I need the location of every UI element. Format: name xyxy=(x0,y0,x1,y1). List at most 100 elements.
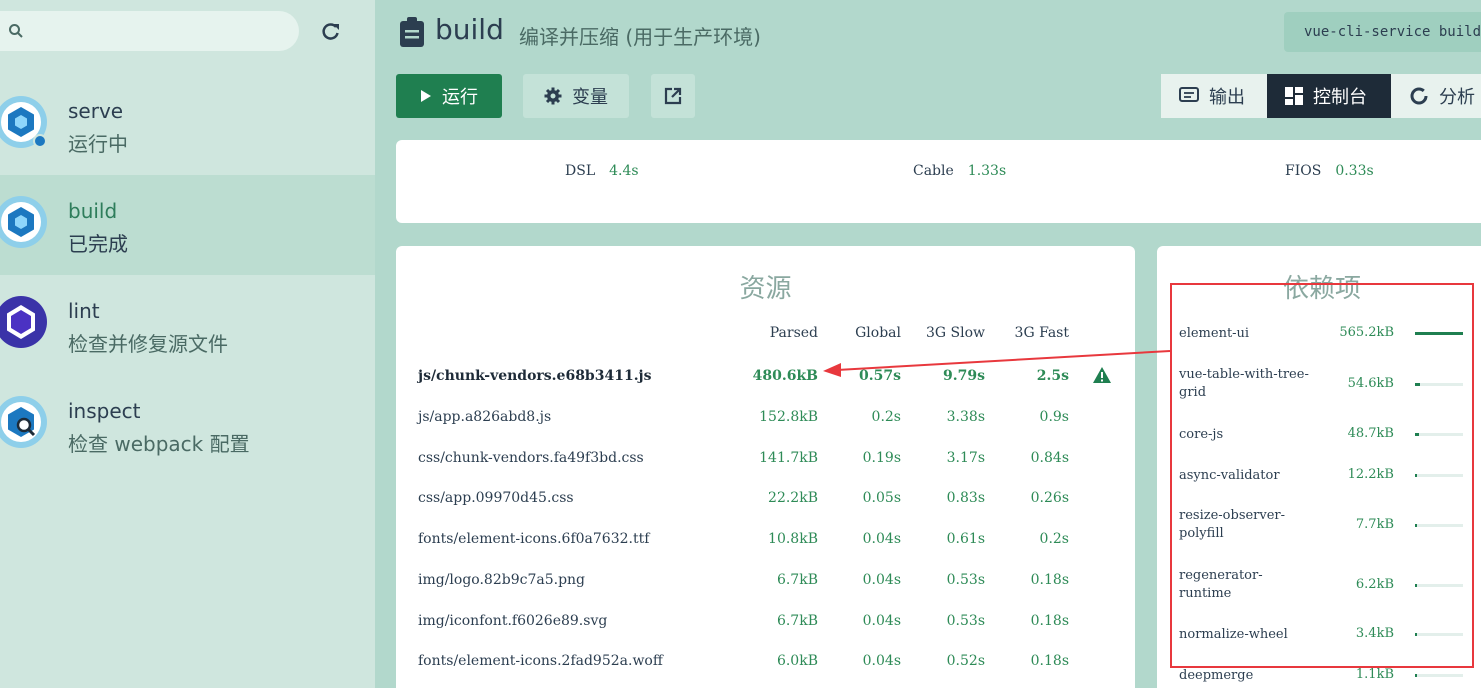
col-header-parsed: Parsed xyxy=(769,325,818,341)
tab-dashboard-label: 控制台 xyxy=(1313,87,1367,108)
task-title: build xyxy=(435,13,504,46)
asset-3g-slow: 9.79s xyxy=(943,368,985,384)
speed-value: 4.4s xyxy=(609,163,639,179)
tab-output-label: 输出 xyxy=(1209,87,1245,108)
asset-parsed: 22.2kB xyxy=(768,490,818,506)
tab-analyzer-label: 分析 xyxy=(1439,87,1475,108)
run-label: 运行 xyxy=(442,87,478,108)
search-box[interactable] xyxy=(0,11,299,51)
asset-3g-fast: 0.2s xyxy=(1039,531,1069,547)
annotation-highlight-box xyxy=(1170,283,1474,668)
asset-name: fonts/element-icons.2fad952a.woff xyxy=(418,653,663,669)
task-item-lint[interactable]: lint 检查并修复源文件 xyxy=(0,275,375,375)
task-name: inspect xyxy=(68,399,141,423)
asset-global: 0.04s xyxy=(862,572,901,588)
asset-parsed: 6.0kB xyxy=(776,653,818,669)
asset-3g-slow: 3.17s xyxy=(946,450,985,466)
asset-parsed: 480.6kB xyxy=(752,368,818,384)
task-item-build[interactable]: build 已完成 xyxy=(0,175,375,275)
gear-icon xyxy=(544,87,562,105)
play-icon xyxy=(421,90,431,102)
asset-global: 0.04s xyxy=(862,653,901,669)
asset-global: 0.04s xyxy=(862,613,901,629)
speed-value: 1.33s xyxy=(967,163,1007,179)
asset-3g-slow: 0.53s xyxy=(946,613,985,629)
asset-row: img/iconfont.f6026e89.svg 6.7kB 0.04s 0.… xyxy=(396,613,1135,653)
speed-stat-fios: FIOS 0.33s xyxy=(1285,163,1374,179)
task-detail: build 编译并压缩 (用于生产环境) vue-cli-service bui… xyxy=(375,0,1481,688)
asset-row: img/logo.82b9c7a5.png 6.7kB 0.04s 0.53s … xyxy=(396,572,1135,612)
dependency-bar-fill xyxy=(1415,674,1417,677)
eslint-icon xyxy=(0,296,47,348)
asset-parsed: 6.7kB xyxy=(776,572,818,588)
asset-row: css/chunk-vendors.fa49f3bd.css 141.7kB 0… xyxy=(396,450,1135,490)
asset-parsed: 152.8kB xyxy=(759,409,818,425)
task-status: 已完成 xyxy=(68,232,128,256)
asset-global: 0.04s xyxy=(862,531,901,547)
open-in-new-icon xyxy=(664,87,682,105)
task-item-serve[interactable]: serve 运行中 xyxy=(0,75,375,175)
task-name: build xyxy=(68,199,118,223)
tab-analyzer[interactable]: 分析 xyxy=(1391,74,1481,118)
asset-name: img/iconfont.f6026e89.svg xyxy=(418,613,608,629)
asset-3g-fast: 0.84s xyxy=(1030,450,1069,466)
refresh-icon[interactable] xyxy=(320,20,342,42)
asset-3g-fast: 0.9s xyxy=(1039,409,1069,425)
tab-dashboard[interactable]: 控制台 xyxy=(1267,74,1391,118)
asset-global: 0.05s xyxy=(862,490,901,506)
asset-name: js/app.a826abd8.js xyxy=(418,409,552,425)
assets-card: 资源 Parsed Global 3G Slow 3G Fast js/chun… xyxy=(396,246,1135,688)
donut-chart-icon xyxy=(1410,87,1428,105)
asset-name: css/chunk-vendors.fa49f3bd.css xyxy=(418,450,644,466)
asset-3g-fast: 0.18s xyxy=(1030,572,1069,588)
asset-global: 0.57s xyxy=(859,368,901,384)
speed-label: Cable xyxy=(913,163,954,179)
asset-global: 0.2s xyxy=(871,409,901,425)
task-name: serve xyxy=(68,99,124,123)
asset-3g-fast: 2.5s xyxy=(1036,368,1069,384)
dashboard-icon xyxy=(1285,87,1303,105)
task-name: lint xyxy=(68,299,100,323)
task-command[interactable]: vue-cli-service build xyxy=(1284,12,1481,52)
asset-global: 0.19s xyxy=(862,450,901,466)
task-sidebar: serve 运行中 build 已完成 lint 检查并修复源文件 inspec… xyxy=(0,0,375,688)
asset-name: img/logo.82b9c7a5.png xyxy=(418,572,586,588)
asset-parsed: 10.8kB xyxy=(768,531,818,547)
col-header-global: Global xyxy=(855,325,901,341)
warning-icon xyxy=(1093,367,1111,383)
col-header-3g-slow: 3G Slow xyxy=(925,325,985,341)
speed-label: FIOS xyxy=(1285,163,1322,179)
task-status: 运行中 xyxy=(68,132,128,156)
asset-3g-slow: 0.83s xyxy=(946,490,985,506)
col-header-3g-fast: 3G Fast xyxy=(1014,325,1069,341)
asset-row: css/app.09970d45.css 22.2kB 0.05s 0.83s … xyxy=(396,490,1135,530)
task-description: 编译并压缩 (用于生产环境) xyxy=(519,25,761,49)
speed-label: DSL xyxy=(565,163,596,179)
open-external-button[interactable] xyxy=(651,74,695,118)
asset-3g-slow: 0.53s xyxy=(946,572,985,588)
asset-row: js/chunk-vendors.e68b3411.js 480.6kB 0.5… xyxy=(396,367,1135,408)
asset-3g-fast: 0.26s xyxy=(1030,490,1069,506)
dependency-name: deepmerge xyxy=(1179,668,1254,683)
variables-button[interactable]: 变量 xyxy=(523,74,629,118)
task-status: 检查并修复源文件 xyxy=(68,332,228,356)
clipboard-icon xyxy=(400,17,424,47)
asset-parsed: 6.7kB xyxy=(776,613,818,629)
task-item-inspect[interactable]: inspect 检查 webpack 配置 xyxy=(0,375,375,475)
search-input[interactable] xyxy=(32,22,299,40)
asset-name: fonts/element-icons.6f0a7632.ttf xyxy=(418,531,650,547)
assets-title: 资源 xyxy=(739,274,792,304)
search-icon xyxy=(9,24,23,38)
speed-value: 0.33s xyxy=(1335,163,1374,179)
asset-3g-fast: 0.18s xyxy=(1030,653,1069,669)
asset-3g-slow: 3.38s xyxy=(946,409,985,425)
asset-3g-slow: 0.61s xyxy=(946,531,985,547)
speed-stat-dsl: DSL 4.4s xyxy=(565,163,639,179)
run-button[interactable]: 运行 xyxy=(396,74,502,118)
variables-label: 变量 xyxy=(572,87,608,108)
tab-output[interactable]: 输出 xyxy=(1161,74,1267,118)
asset-3g-slow: 0.52s xyxy=(946,653,985,669)
asset-row: fonts/element-icons.2fad952a.woff 6.0kB … xyxy=(396,653,1135,688)
webpack-icon xyxy=(0,196,47,248)
asset-name: css/app.09970d45.css xyxy=(418,490,574,506)
